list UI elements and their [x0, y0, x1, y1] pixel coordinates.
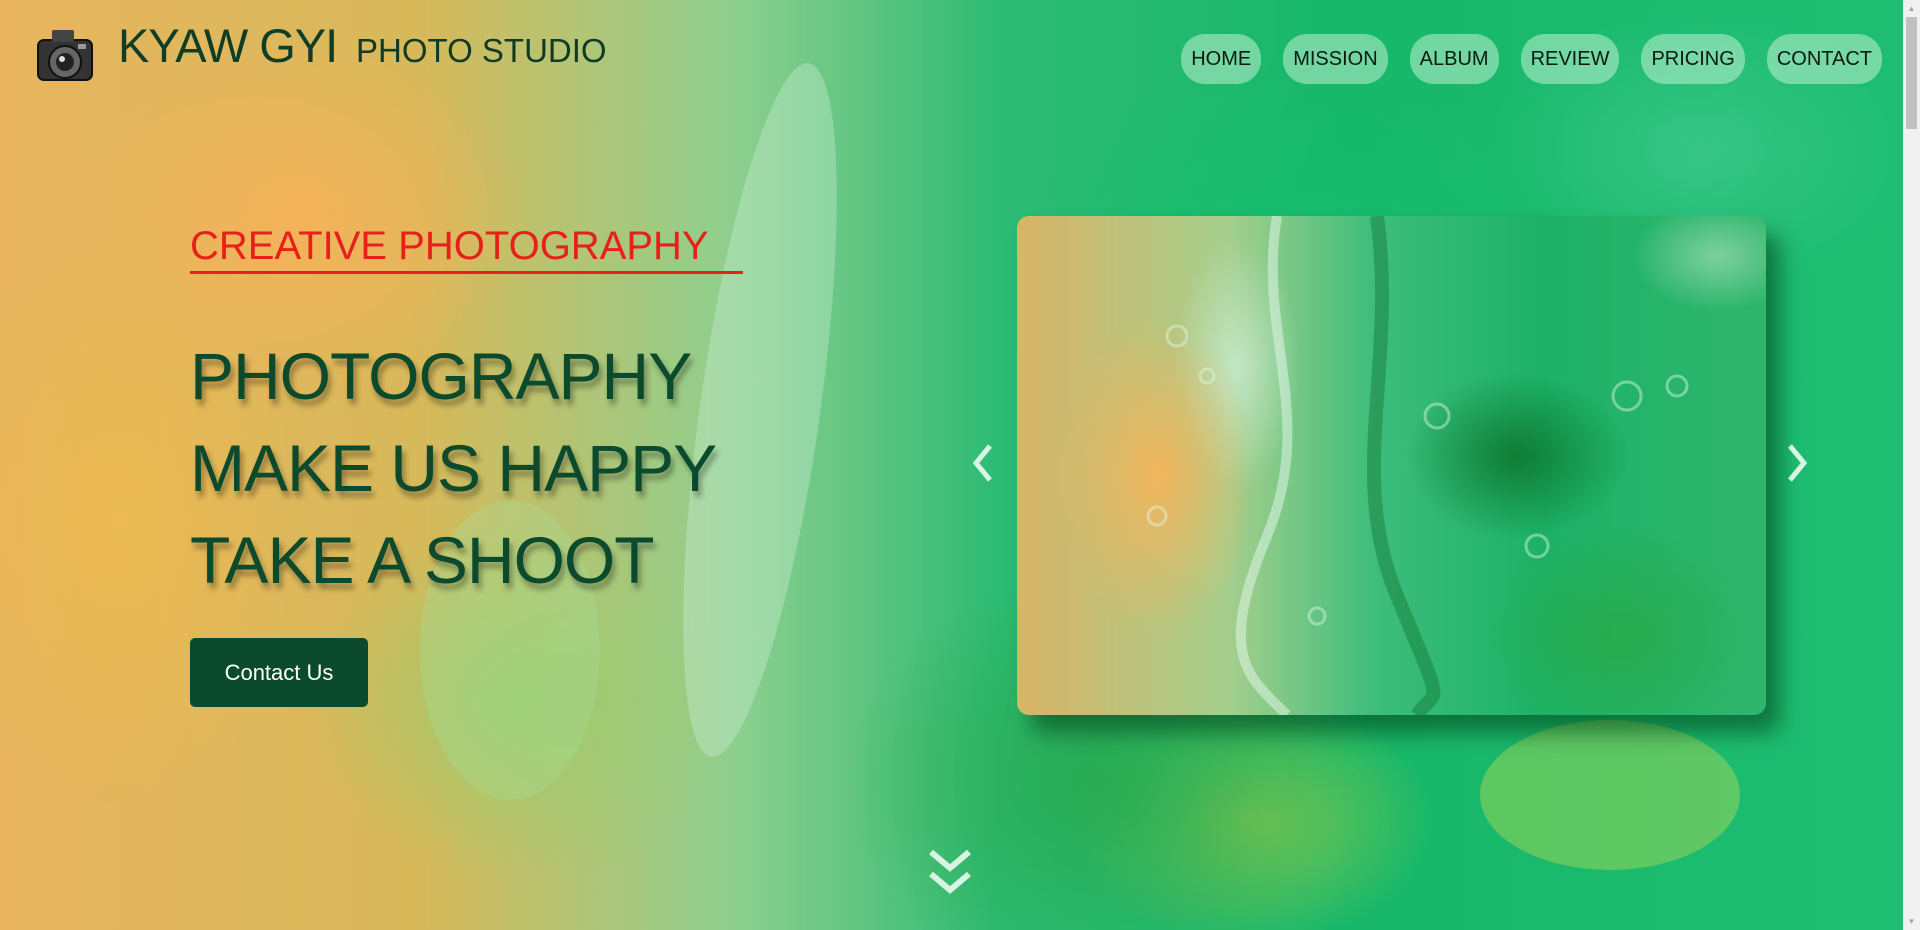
- hero-headline-line-3: TAKE A SHOOT: [190, 523, 655, 597]
- double-chevron-down-icon[interactable]: [925, 846, 975, 900]
- nav-home[interactable]: HOME: [1181, 34, 1262, 84]
- scroll-thumb[interactable]: [1906, 17, 1917, 129]
- contact-us-button[interactable]: Contact Us: [190, 638, 368, 707]
- carousel-image: [1017, 216, 1766, 715]
- kicker-underline: [190, 271, 743, 274]
- hero-kicker: CREATIVE PHOTOGRAPHY: [190, 224, 709, 268]
- brand-subtitle: PHOTO STUDIO: [356, 32, 607, 69]
- nav-mission[interactable]: MISSION: [1283, 34, 1388, 84]
- camera-icon[interactable]: [32, 18, 98, 92]
- main-nav: HOME MISSION ALBUM REVIEW PRICING CONTAC…: [1181, 34, 1882, 84]
- scroll-down-arrow-icon[interactable]: ▼: [1903, 913, 1920, 930]
- nav-review[interactable]: REVIEW: [1520, 34, 1620, 84]
- nav-pricing[interactable]: PRICING: [1641, 34, 1745, 84]
- background-swirl: [1480, 720, 1740, 870]
- page-scrollbar[interactable]: ▲ ▼: [1903, 0, 1920, 930]
- nav-contact[interactable]: CONTACT: [1766, 34, 1882, 84]
- chevron-left-icon[interactable]: [968, 440, 998, 486]
- hero-headline-line-1: PHOTOGRAPHY: [190, 339, 692, 413]
- hero-headline-line-2: MAKE US HAPPY: [190, 431, 717, 505]
- chevron-right-icon[interactable]: [1782, 440, 1812, 486]
- brand-title: KYAW GYI: [118, 19, 338, 72]
- nav-album[interactable]: ALBUM: [1409, 34, 1499, 84]
- scroll-up-arrow-icon[interactable]: ▲: [1903, 0, 1920, 17]
